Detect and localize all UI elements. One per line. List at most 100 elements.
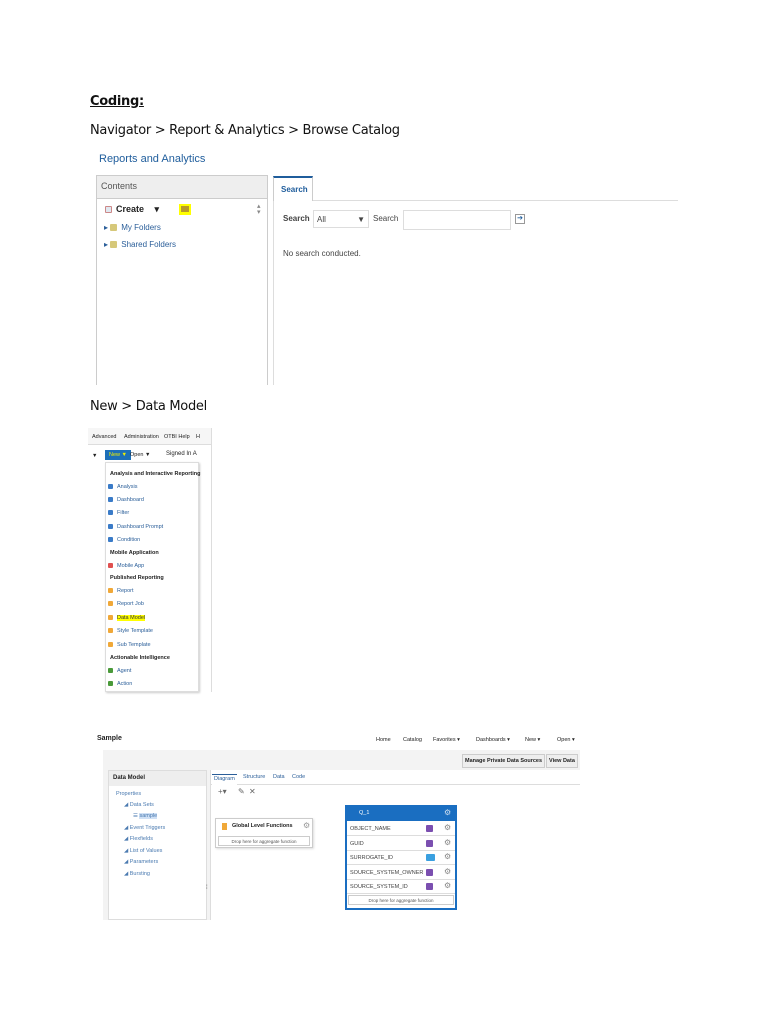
gear-icon[interactable]: ⚙ [444, 838, 451, 847]
nav-otbi-help[interactable]: OTBI Help [164, 434, 190, 440]
tree-item-event-triggers[interactable]: ◢ Event Triggers [124, 825, 165, 831]
search-go-button[interactable]: ➔ [515, 214, 525, 224]
gear-icon[interactable]: ⚙ [303, 821, 310, 830]
nav-more[interactable]: H [196, 434, 200, 440]
menu-item-report[interactable]: Report [108, 588, 134, 594]
divider [273, 200, 274, 385]
menu-item-dashboard-prompt[interactable]: Dashboard Prompt [108, 524, 163, 530]
text-type-icon[interactable] [426, 839, 433, 847]
create-label: Create [116, 204, 145, 214]
label: Event Triggers [129, 825, 166, 831]
gear-icon[interactable]: ⚙ [444, 852, 451, 861]
scroll-arrows[interactable]: ▴ ▾ [257, 203, 261, 216]
tree-item-properties[interactable]: Properties [116, 791, 141, 797]
drop-zone[interactable]: Drop here for aggregate function [218, 836, 310, 846]
create-button[interactable]: Create ▾ [105, 204, 159, 215]
manage-private-data-sources-button[interactable]: Manage Private Data Sources [462, 754, 546, 768]
query-column-row[interactable]: SOURCE_SYSTEM_ID ⚙ [347, 880, 455, 895]
menu-item-condition[interactable]: Condition [108, 537, 140, 543]
signed-in-label: Signed In A [166, 451, 197, 457]
menu-item-analysis[interactable]: Analysis [108, 484, 137, 490]
query-column-row[interactable]: SOURCE_SYSTEM_OWNER ⚙ [347, 866, 455, 880]
create-icon [105, 206, 112, 214]
menu-item-action[interactable]: Action [108, 681, 132, 687]
tree-item-sample[interactable]: ☰ sample [133, 813, 158, 819]
step2-text: New > Data Model [90, 399, 207, 414]
contents-panel: Contents Create ▾ ▴ ▾ ▸ My Folders ▸ Shar… [96, 175, 268, 385]
tree-item-parameters[interactable]: ◢ Parameters [124, 859, 158, 865]
tab-data[interactable]: Data [273, 774, 285, 780]
tree-item-flexfields[interactable]: ◢ Flexfields [124, 836, 153, 842]
text-type-icon[interactable] [426, 825, 433, 832]
menu-item-mobile-app[interactable]: Mobile App [108, 563, 144, 569]
view-data-button[interactable]: View Data [546, 754, 578, 768]
open-menu-button[interactable]: Open ▼ [130, 452, 150, 458]
doc-heading: Coding: [90, 94, 144, 109]
tree-item-bursting[interactable]: ◢ Bursting [124, 871, 150, 877]
nav-administration[interactable]: Administration [124, 434, 159, 440]
menu-item-label: Mobile App [117, 563, 145, 569]
nav-dashboards[interactable]: Dashboards ▾ [476, 737, 510, 743]
number-type-icon[interactable] [426, 854, 435, 862]
nav-new[interactable]: New ▾ [525, 737, 540, 743]
dashboard-icon [108, 497, 113, 503]
menu-item-report-job[interactable]: Report Job [108, 601, 144, 607]
tree-item-list-of-values[interactable]: ◢ List of Values [124, 848, 162, 854]
text-type-icon[interactable] [426, 868, 433, 876]
folder-icon [110, 224, 118, 232]
search-scope-select[interactable]: All ▼ [313, 210, 369, 228]
gear-icon[interactable]: ⚙ [444, 823, 451, 832]
nav-open[interactable]: Open ▾ [557, 737, 575, 743]
nav-advanced[interactable]: Advanced [92, 434, 116, 440]
label: Shared Folders [121, 240, 176, 249]
menu-item-label: Report [117, 588, 134, 594]
add-icon[interactable]: +▾ [218, 787, 227, 796]
nav-favorites[interactable]: Favorites ▾ [433, 737, 460, 743]
query-column-row[interactable]: SURROGATE_ID ⚙ [347, 851, 455, 866]
report-job-icon [108, 601, 113, 607]
nav-home[interactable]: Home [376, 737, 391, 743]
drop-zone[interactable]: Drop here for aggregate function [348, 895, 454, 905]
folder-icon[interactable] [179, 204, 191, 215]
edit-icon[interactable]: ✎ [238, 787, 245, 796]
tree-my-folders[interactable]: ▸ My Folders [104, 223, 161, 232]
menu-group-header: Mobile Application [110, 550, 159, 556]
create-dropdown-icon[interactable]: ▾ [155, 204, 160, 214]
label: List of Values [129, 848, 163, 854]
menu-item-agent[interactable]: Agent [108, 668, 131, 674]
menu-item-data-model[interactable]: Data Model [108, 615, 146, 621]
menu-item-label: Report Job [117, 601, 144, 607]
menu-item-dashboard[interactable]: Dashboard [108, 497, 144, 503]
gear-icon[interactable]: ⚙ [444, 881, 451, 890]
splitter-handle[interactable]: ⁞ [206, 885, 208, 891]
menu-item-label: Action [117, 681, 133, 687]
column-name: SOURCE_SYSTEM_OWNER [350, 869, 424, 876]
tree-item-data-sets[interactable]: ◢ Data Sets [124, 802, 154, 808]
gear-icon[interactable]: ⚙ [444, 808, 451, 817]
label: Data Sets [129, 802, 154, 808]
label: sample [139, 813, 158, 819]
gear-icon[interactable]: ⚙ [444, 867, 451, 876]
query-column-row[interactable]: OBJECT_NAME ⚙ [347, 822, 455, 836]
panel-title: Data Model [109, 771, 206, 786]
nav-catalog[interactable]: Catalog [403, 737, 422, 743]
text-type-icon[interactable] [426, 883, 433, 891]
menu-item-label: Analysis [117, 484, 138, 490]
tree-shared-folders[interactable]: ▸ Shared Folders [104, 240, 176, 249]
delete-icon[interactable]: ✕ [249, 787, 256, 796]
search-input[interactable] [403, 210, 511, 230]
menu-item-sub-template[interactable]: Sub Template [108, 642, 151, 648]
menu-item-filter[interactable]: Filter [108, 510, 129, 516]
style-template-icon [108, 628, 113, 634]
tab-search[interactable]: Search [273, 176, 313, 201]
filter-icon [108, 510, 113, 516]
global-functions-box[interactable]: Global Level Functions ⚙ Drop here for a… [215, 818, 313, 848]
tab-structure[interactable]: Structure [243, 774, 265, 780]
page-title: Sample [97, 735, 122, 742]
tab-diagram[interactable]: Diagram [212, 774, 237, 785]
new-menu-button[interactable]: New ▼ [105, 450, 131, 460]
menu-item-style-template[interactable]: Style Template [108, 628, 153, 634]
tab-code[interactable]: Code [292, 774, 305, 780]
query-name: Q_1 [347, 807, 455, 821]
query-column-row[interactable]: GUID ⚙ [347, 837, 455, 851]
